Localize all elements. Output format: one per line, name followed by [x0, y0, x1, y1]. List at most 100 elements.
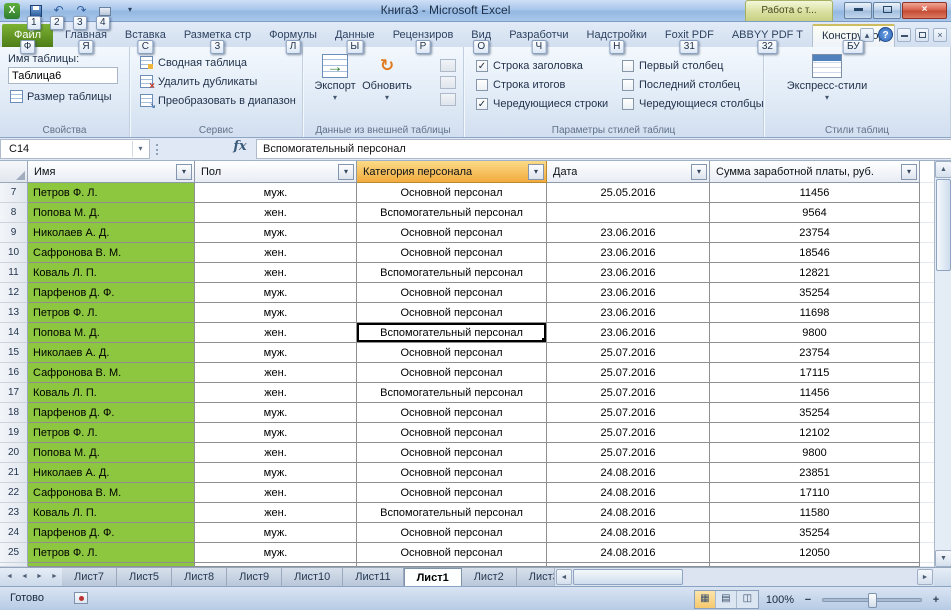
macro-record-icon[interactable]	[74, 592, 88, 604]
cell-name[interactable]: Петров Ф. Л.	[28, 543, 195, 563]
workbook-close-icon[interactable]: ×	[933, 27, 947, 42]
excel-app-icon[interactable]: X	[4, 3, 20, 19]
cell-name[interactable]: Петров Ф. Л.	[28, 423, 195, 443]
cell-salary[interactable]: 18546	[710, 243, 920, 263]
row-number[interactable]: 16	[0, 363, 28, 383]
cell-gender[interactable]: муж.	[195, 223, 357, 243]
cell-category[interactable]: Основной персонал	[357, 223, 547, 243]
cell-gender[interactable]: жен.	[195, 363, 357, 383]
cell-salary[interactable]: 11580	[710, 503, 920, 523]
cell-salary[interactable]: 23754	[710, 223, 920, 243]
cell-salary[interactable]: 9800	[710, 443, 920, 463]
cell-salary[interactable]: 17115	[710, 363, 920, 383]
qat-customize-icon[interactable]: ▾	[128, 5, 132, 14]
cell-gender[interactable]: муж.	[195, 423, 357, 443]
cell-category[interactable]: Основной персонал	[357, 363, 547, 383]
tab-вставка[interactable]: Вставка С	[116, 24, 175, 54]
checkbox-чередующиеся-столбцы[interactable]: Чередующиеся столбцы	[622, 94, 768, 113]
vertical-scrollbar[interactable]: ▲ ▼	[934, 161, 951, 567]
cell-date[interactable]: 23.06.2016	[547, 243, 710, 263]
cell-gender[interactable]: муж.	[195, 463, 357, 483]
cell-date[interactable]: 25.07.2016	[547, 343, 710, 363]
cell-salary[interactable]: 35254	[710, 523, 920, 543]
cell-gender[interactable]: муж.	[195, 543, 357, 563]
row-number[interactable]: 17	[0, 383, 28, 403]
cell-name[interactable]: Сафронова В. М.	[28, 363, 195, 383]
scroll-up-icon[interactable]: ▲	[935, 161, 951, 178]
cell-salary[interactable]: 35254	[710, 403, 920, 423]
cell-gender[interactable]: муж.	[195, 303, 357, 323]
row-number[interactable]: 25	[0, 543, 28, 563]
qat-undo-button[interactable]: ↶ 2	[47, 2, 70, 30]
sheet-tab-лист7[interactable]: Лист7	[62, 568, 118, 586]
sheet-tab-лист8[interactable]: Лист8	[172, 568, 228, 586]
scroll-down-icon[interactable]: ▼	[935, 550, 951, 567]
sheet-tab-лист2[interactable]: Лист2	[461, 568, 517, 586]
cell-date[interactable]: 24.08.2016	[547, 503, 710, 523]
quick-styles-button[interactable]: Экспресс-стили ▾	[784, 51, 870, 104]
first-sheet-icon[interactable]: ◄	[2, 568, 17, 586]
button-преобразовать-в-диапазон[interactable]: Преобразовать в диапазон	[136, 91, 302, 110]
column-header-пол[interactable]: Пол ▾	[195, 161, 357, 183]
normal-view-icon[interactable]: ▦	[694, 591, 716, 608]
cell-date[interactable]: 23.06.2016	[547, 303, 710, 323]
cell-name[interactable]: Коваль Л. П.	[28, 263, 195, 283]
tab-foxit-pdf[interactable]: Foxit PDF 31	[656, 24, 723, 54]
cell-category[interactable]: Основной персонал	[357, 403, 547, 423]
zoom-level[interactable]: 100%	[766, 594, 794, 606]
column-header-имя[interactable]: Имя ▾	[28, 161, 195, 183]
row-number[interactable]: 10	[0, 243, 28, 263]
row-number[interactable]: 9	[0, 223, 28, 243]
cell-category[interactable]: Основной персонал	[357, 483, 547, 503]
filter-icon[interactable]: ▾	[528, 164, 544, 180]
horizontal-scroll-thumb[interactable]	[573, 569, 683, 585]
workbook-minimize-icon[interactable]	[897, 27, 911, 42]
tab-данные[interactable]: Данные Ы	[326, 24, 384, 54]
row-number[interactable]: 20	[0, 443, 28, 463]
page-layout-view-icon[interactable]: ▤	[716, 591, 737, 608]
name-box-dropdown-icon[interactable]: ▾	[132, 141, 148, 157]
cell-gender[interactable]: муж.	[195, 343, 357, 363]
insert-function-button[interactable]: fx	[226, 139, 254, 159]
cell-name[interactable]: Попова М. Д.	[28, 323, 195, 343]
cell-date[interactable]: 25.07.2016	[547, 383, 710, 403]
table-name-input[interactable]	[8, 67, 118, 84]
cell-name[interactable]: Парфенов Д. Ф.	[28, 403, 195, 423]
checkbox-строка-заголовка[interactable]: ✓ Строка заголовка	[476, 56, 622, 75]
cell-date[interactable]: 23.06.2016	[547, 283, 710, 303]
cell-date[interactable]: 24.08.2016	[547, 483, 710, 503]
vertical-scroll-thumb[interactable]	[936, 179, 951, 271]
open-in-browser-icon[interactable]	[440, 76, 456, 89]
properties-icon[interactable]	[440, 59, 456, 72]
cell-category[interactable]: Основной персонал	[357, 523, 547, 543]
cell-date[interactable]: 24.08.2016	[547, 543, 710, 563]
cell-gender[interactable]: жен.	[195, 203, 357, 223]
row-number[interactable]: 23	[0, 503, 28, 523]
checkbox-последний-столбец[interactable]: Последний столбец	[622, 75, 768, 94]
checkbox-box[interactable]	[622, 97, 634, 110]
checkbox-box[interactable]	[476, 78, 488, 91]
cell-category[interactable]: Основной персонал	[357, 303, 547, 323]
cell-name[interactable]: Коваль Л. П.	[28, 503, 195, 523]
cell-gender[interactable]: жен.	[195, 483, 357, 503]
cell-category[interactable]: Вспомогательный персонал	[357, 263, 547, 283]
cell-category[interactable]: Основной персонал	[357, 243, 547, 263]
cell-category[interactable]: Основной персонал	[357, 283, 547, 303]
zoom-slider[interactable]	[822, 592, 922, 608]
cell-salary[interactable]: 12102	[710, 423, 920, 443]
button-экспорт[interactable]: → Экспорт ▾	[309, 51, 361, 104]
row-number[interactable]: 8	[0, 203, 28, 223]
cell-date[interactable]: 25.05.2016	[547, 183, 710, 203]
cell-salary[interactable]: 23851	[710, 463, 920, 483]
cell-salary[interactable]: 11698	[710, 303, 920, 323]
button-удалить-дубликаты[interactable]: Удалить дубликаты	[136, 72, 302, 92]
cell-date[interactable]: 25.07.2016	[547, 363, 710, 383]
select-all-corner[interactable]	[0, 161, 28, 183]
tab-abbyy-pdf-t[interactable]: ABBYY PDF T 32	[723, 24, 812, 54]
cell-name[interactable]: Коваль Л. П.	[28, 383, 195, 403]
tab-вид[interactable]: Вид О	[462, 24, 500, 54]
tab-рецензиров[interactable]: Рецензиров Р	[384, 24, 463, 54]
checkbox-строка-итогов[interactable]: Строка итогов	[476, 75, 622, 94]
checkbox-первый-столбец[interactable]: Первый столбец	[622, 56, 768, 75]
row-number[interactable]: 15	[0, 343, 28, 363]
